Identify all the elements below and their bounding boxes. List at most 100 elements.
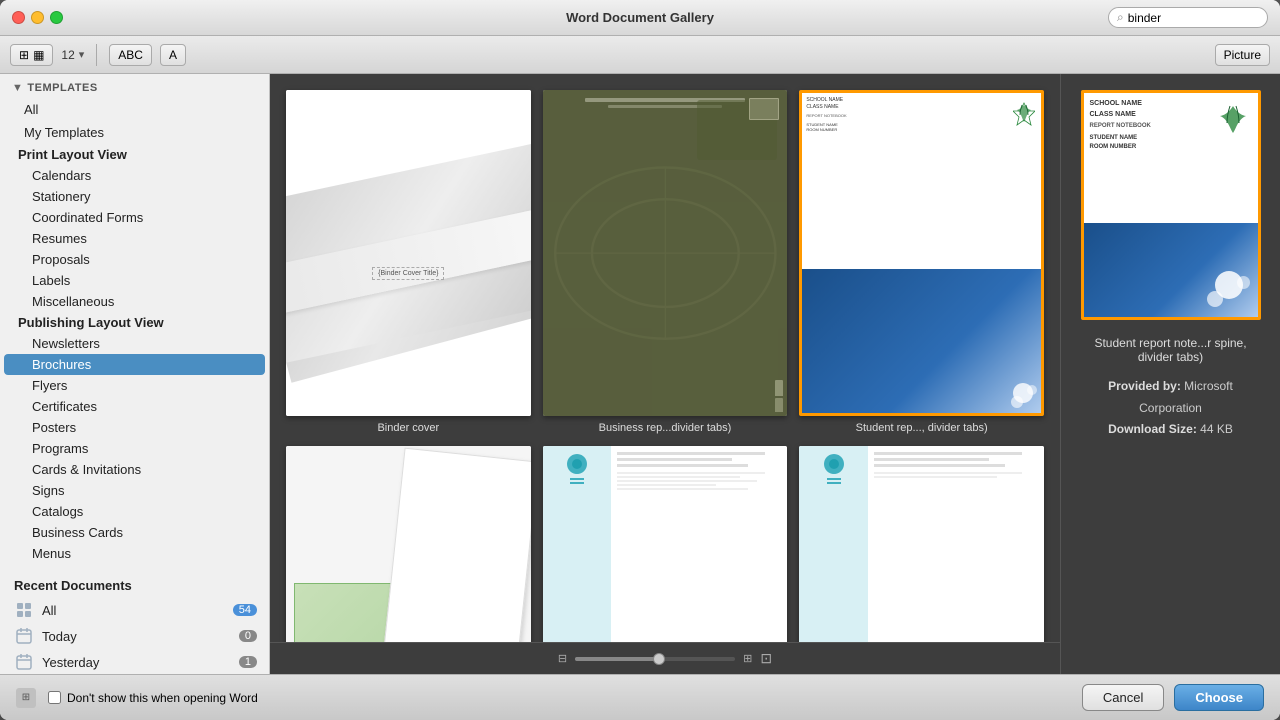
sidebar-item-certificates[interactable]: Certificates [4,396,265,417]
window: Word Document Gallery ⌕ ⊞ ▦ 12 ▾ ABC A P… [0,0,1280,720]
zoom-max-icon: ⊞ [743,652,752,665]
template-thumb-2 [543,90,788,416]
template-thumb-6 [799,446,1044,642]
dont-show-label: Don't show this when opening Word [67,691,258,705]
template-card-school-proj[interactable]: School proje...notebook kit [286,446,531,642]
main-content: ▼ TEMPLATES All My Templates Print Layou… [0,74,1280,674]
detail-title: Student report note...r spine, divider t… [1077,336,1264,364]
search-box[interactable]: ⌕ [1108,7,1268,28]
close-button[interactable] [12,11,25,24]
sidebar-print-layout[interactable]: Print Layout View [4,144,265,165]
a-button[interactable]: A [160,44,186,66]
sidebar-toggle-button[interactable]: ⊞ [16,688,36,708]
abc-button[interactable]: ABC [109,44,152,66]
sidebar-item-proposals[interactable]: Proposals [4,249,265,270]
sidebar-item-newsletters[interactable]: Newsletters [4,333,265,354]
zoom-label: 12 [61,48,74,62]
gallery-area: {Binder Cover Title} Binder cover [270,74,1060,674]
maximize-button[interactable] [50,11,63,24]
toolbar-divider [96,44,97,66]
titlebar: Word Document Gallery ⌕ [0,0,1280,36]
search-icon: ⌕ [1117,10,1124,25]
template-card-student-rep[interactable]: SCHOOL NAMECLASS NAME REPORT NOTEBOOK ST… [799,90,1044,434]
template-label-3: Student rep..., divider tabs) [856,422,988,434]
download-size-value: 44 KB [1200,422,1233,436]
layout-label: ▦ [33,48,44,62]
template-thumb-5 [543,446,788,642]
layout-toggle-button[interactable]: ⊞ ▦ [10,44,53,66]
template-card-binder-cover[interactable]: {Binder Cover Title} Binder cover [286,90,531,434]
sidebar-item-cards[interactable]: Cards & Invitations [4,459,265,480]
sidebar-item-all[interactable]: All [4,98,265,121]
traffic-lights [12,11,63,24]
template-thumb-4 [286,446,531,642]
sidebar-publishing-layout[interactable]: Publishing Layout View [4,312,265,333]
abc-label: ABC [118,48,143,62]
template-thumb-3: SCHOOL NAMECLASS NAME REPORT NOTEBOOK ST… [799,90,1044,416]
sidebar: ▼ TEMPLATES All My Templates Print Layou… [0,74,270,674]
cancel-button[interactable]: Cancel [1082,684,1164,711]
template-card-ready-index-5a[interactable]: Ready Index...tents (5-tab) [799,446,1044,642]
zoom-slider[interactable] [575,657,735,661]
sidebar-item-stationery[interactable]: Stationery [4,186,265,207]
dont-show-checkbox[interactable] [48,691,61,704]
zoom-fit-icon: ⊡ [760,650,772,667]
template-label-1: Binder cover [377,422,439,434]
picture-label: Picture [1224,48,1261,62]
sidebar-item-menus[interactable]: Menus [4,543,265,564]
recent-yesterday-label: Yesterday [42,655,231,670]
template-label-2: Business rep...divider tabs) [599,422,732,434]
template-thumb-1: {Binder Cover Title} [286,90,531,416]
sidebar-item-business-cards[interactable]: Business Cards [4,522,265,543]
gallery-zoom-bar: ⊟ ⊞ ⊡ [270,642,1060,674]
search-input[interactable] [1128,11,1259,25]
recent-yesterday-icon [14,652,34,672]
zoom-min-icon: ⊟ [558,652,567,665]
bottom-bar: ⊞ Don't show this when opening Word Canc… [0,674,1280,720]
recent-yesterday-badge: 1 [239,656,257,668]
recent-all-label: All [42,603,225,618]
sidebar-item-labels[interactable]: Labels [4,270,265,291]
detail-thumb: SCHOOL NAMECLASS NAME REPORT NOTEBOOK ST… [1081,90,1261,320]
detail-panel: SCHOOL NAMECLASS NAME REPORT NOTEBOOK ST… [1060,74,1280,674]
a-label: A [169,48,177,62]
sidebar-item-my-templates[interactable]: My Templates [4,121,265,144]
recent-all-badge: 54 [233,604,257,616]
layout-icon: ⊞ [19,48,29,62]
templates-header: ▼ TEMPLATES [0,74,269,98]
zoom-control: 12 ▾ [61,48,84,62]
recent-item-yesterday[interactable]: Yesterday 1 [0,649,269,674]
zoom-unit: ▾ [79,48,85,61]
sidebar-item-flyers[interactable]: Flyers [4,375,265,396]
recent-all-icon [14,600,34,620]
dont-show-checkbox-area[interactable]: Don't show this when opening Word [48,691,258,705]
template-card-ready-index-15[interactable]: Ready Index...ents (15-tab) [543,446,788,642]
recent-item-all[interactable]: All 54 [0,597,269,623]
recent-today-icon [14,626,34,646]
gallery-grid: {Binder Cover Title} Binder cover [270,74,1060,642]
sidebar-item-resumes[interactable]: Resumes [4,228,265,249]
detail-meta: Provided by: Microsoft Corporation Downl… [1077,376,1264,441]
bottom-buttons: Cancel Choose [1082,684,1264,711]
minimize-button[interactable] [31,11,44,24]
sidebar-item-posters[interactable]: Posters [4,417,265,438]
triangle-icon: ▼ [12,82,23,94]
sidebar-item-signs[interactable]: Signs [4,480,265,501]
sidebar-item-coordinated-forms[interactable]: Coordinated Forms [4,207,265,228]
template-card-business-rep[interactable]: Business rep...divider tabs) [543,90,788,434]
sidebar-item-brochures[interactable]: Brochures [4,354,265,375]
sidebar-item-miscellaneous[interactable]: Miscellaneous [4,291,265,312]
toolbar: ⊞ ▦ 12 ▾ ABC A Picture [0,36,1280,74]
picture-button[interactable]: Picture [1215,44,1270,66]
sidebar-item-calendars[interactable]: Calendars [4,165,265,186]
sidebar-item-catalogs[interactable]: Catalogs [4,501,265,522]
window-title: Word Document Gallery [566,10,714,25]
sidebar-item-programs[interactable]: Programs [4,438,265,459]
download-size-label: Download Size: [1108,422,1197,436]
recent-today-label: Today [42,629,231,644]
sidebar-toggle-icon: ⊞ [22,692,30,703]
recent-section-header: Recent Documents [0,572,269,597]
recent-today-badge: 0 [239,630,257,642]
choose-button[interactable]: Choose [1174,684,1264,711]
recent-item-today[interactable]: Today 0 [0,623,269,649]
